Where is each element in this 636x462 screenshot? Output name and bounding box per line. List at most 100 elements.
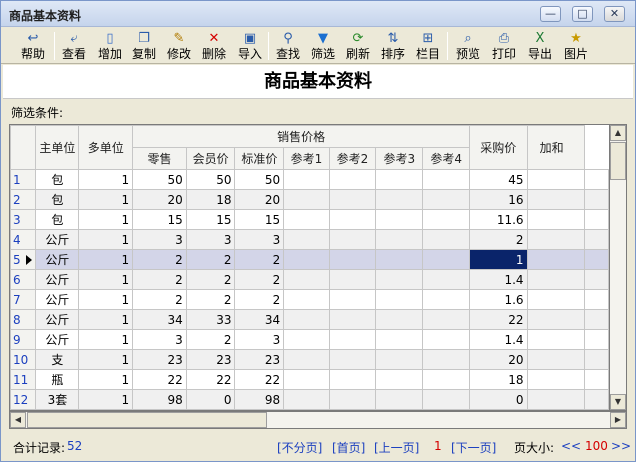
filter-button[interactable]: ▼ 筛选 — [308, 30, 338, 63]
cell-member-price[interactable]: 23 — [185, 349, 236, 370]
cell-main-unit[interactable]: 瓶 — [35, 369, 80, 390]
page-size-increase-button[interactable]: >> — [611, 439, 631, 453]
cell-ref4[interactable] — [422, 189, 471, 210]
cell-extra[interactable] — [584, 369, 609, 390]
cell-member-price[interactable]: 33 — [185, 309, 236, 330]
export-button[interactable]: X 导出 — [525, 30, 555, 63]
cell-ref2[interactable] — [328, 309, 377, 330]
cell-ref4[interactable] — [422, 369, 471, 390]
cell-member-price[interactable]: 2 — [185, 289, 236, 310]
cell-member-price[interactable]: 2 — [185, 249, 236, 270]
cell-ref4[interactable] — [422, 349, 471, 370]
cell-ref1[interactable] — [283, 289, 330, 310]
cell-ref3[interactable] — [375, 329, 424, 350]
table-row[interactable]: 1 包 1 50 50 50 45 — [10, 169, 609, 190]
cell-main-unit[interactable]: 公斤 — [35, 269, 80, 290]
cell-ref3[interactable] — [375, 229, 424, 250]
first-page-link[interactable]: [首页] — [332, 439, 365, 456]
cell-purchase-price[interactable]: 0 — [469, 389, 528, 410]
col-ref4[interactable]: 参考4 — [422, 147, 471, 170]
cell-purchase-price[interactable]: 2 — [469, 229, 528, 250]
cell-markup[interactable] — [526, 169, 586, 190]
cell-retail[interactable]: 2 — [132, 289, 187, 310]
cell-standard-price[interactable]: 2 — [234, 289, 285, 310]
cell-multi-unit[interactable]: 1 — [78, 169, 134, 190]
cell-multi-unit[interactable]: 1 — [78, 269, 134, 290]
row-number[interactable]: 5 — [10, 249, 37, 270]
cell-standard-price[interactable]: 22 — [234, 369, 285, 390]
cell-extra[interactable] — [584, 169, 609, 190]
cell-ref2[interactable] — [328, 229, 377, 250]
col-purchase-price[interactable]: 采购价 — [469, 125, 528, 170]
row-number[interactable]: 6 — [10, 269, 37, 290]
cell-retail[interactable]: 22 — [132, 369, 187, 390]
cell-purchase-price[interactable]: 1 — [469, 249, 528, 270]
cell-retail[interactable]: 34 — [132, 309, 187, 330]
table-row[interactable]: 4 公斤 1 3 3 3 2 — [10, 229, 609, 250]
col-markup[interactable]: 加和 — [526, 125, 586, 170]
cell-purchase-price[interactable]: 1.4 — [469, 269, 528, 290]
cell-ref3[interactable] — [375, 349, 424, 370]
cell-purchase-price[interactable]: 22 — [469, 309, 528, 330]
col-main-unit[interactable]: 主单位 — [35, 125, 80, 170]
cell-markup[interactable] — [526, 189, 586, 210]
cell-ref3[interactable] — [375, 189, 424, 210]
import-button[interactable]: ▣ 导入 — [235, 30, 265, 63]
cell-extra[interactable] — [584, 309, 609, 330]
cell-retail[interactable]: 50 — [132, 169, 187, 190]
col-ref2[interactable]: 参考2 — [328, 147, 377, 170]
scroll-left-icon[interactable]: ◀ — [10, 412, 26, 428]
table-row[interactable]: 9 公斤 1 3 2 3 1.4 — [10, 329, 609, 350]
cell-standard-price[interactable]: 50 — [234, 169, 285, 190]
cell-retail[interactable]: 15 — [132, 209, 187, 230]
cell-ref4[interactable] — [422, 209, 471, 230]
cell-retail[interactable]: 3 — [132, 329, 187, 350]
close-button[interactable]: ✕ — [604, 6, 625, 22]
print-button[interactable]: ⎙ 打印 — [489, 30, 519, 63]
cell-standard-price[interactable]: 2 — [234, 269, 285, 290]
columns-button[interactable]: ⊞ 栏目 — [413, 30, 443, 63]
cell-multi-unit[interactable]: 1 — [78, 189, 134, 210]
table-row[interactable]: 12 3套 1 98 0 98 0 — [10, 389, 609, 410]
cell-ref3[interactable] — [375, 209, 424, 230]
cell-main-unit[interactable]: 包 — [35, 169, 80, 190]
cell-ref3[interactable] — [375, 249, 424, 270]
cell-markup[interactable] — [526, 309, 586, 330]
cell-ref3[interactable] — [375, 369, 424, 390]
cell-standard-price[interactable]: 20 — [234, 189, 285, 210]
cell-markup[interactable] — [526, 369, 586, 390]
cell-ref4[interactable] — [422, 249, 471, 270]
cell-purchase-price[interactable]: 20 — [469, 349, 528, 370]
cell-markup[interactable] — [526, 389, 586, 410]
cell-extra[interactable] — [584, 229, 609, 250]
scroll-down-icon[interactable]: ▼ — [610, 394, 626, 410]
cell-ref3[interactable] — [375, 169, 424, 190]
help-button[interactable]: ↩ 帮助 — [16, 30, 50, 63]
cell-purchase-price[interactable]: 1.4 — [469, 329, 528, 350]
maximize-button[interactable]: □ — [572, 6, 593, 22]
col-ref3[interactable]: 参考3 — [375, 147, 424, 170]
cell-ref2[interactable] — [328, 369, 377, 390]
cell-ref2[interactable] — [328, 289, 377, 310]
row-number[interactable]: 4 — [10, 229, 37, 250]
cell-ref4[interactable] — [422, 329, 471, 350]
col-standard-price[interactable]: 标准价 — [234, 147, 285, 170]
row-number[interactable]: 11 — [10, 369, 37, 390]
horizontal-scroll-thumb[interactable] — [27, 412, 267, 428]
cell-extra[interactable] — [584, 389, 609, 410]
table-row[interactable]: 10 支 1 23 23 23 20 — [10, 349, 609, 370]
cell-retail[interactable]: 98 — [132, 389, 187, 410]
cell-ref1[interactable] — [283, 209, 330, 230]
cell-retail[interactable]: 2 — [132, 269, 187, 290]
cell-multi-unit[interactable]: 1 — [78, 209, 134, 230]
cell-ref1[interactable] — [283, 249, 330, 270]
cell-standard-price[interactable]: 34 — [234, 309, 285, 330]
row-number[interactable]: 12 — [10, 389, 37, 410]
col-retail[interactable]: 零售 — [132, 147, 187, 170]
cell-ref1[interactable] — [283, 309, 330, 330]
cell-ref2[interactable] — [328, 169, 377, 190]
cell-multi-unit[interactable]: 1 — [78, 369, 134, 390]
row-number[interactable]: 7 — [10, 289, 37, 310]
table-row[interactable]: 5 公斤 1 2 2 2 1 — [10, 249, 609, 270]
table-row[interactable]: 3 包 1 15 15 15 11.6 — [10, 209, 609, 230]
